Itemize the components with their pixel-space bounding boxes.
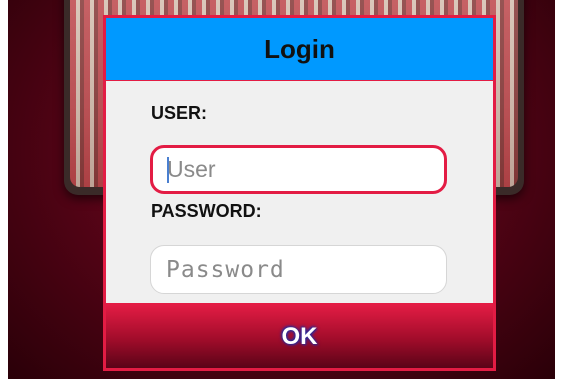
password-label: PASSWORD: [151, 201, 262, 221]
text-caret [167, 157, 169, 183]
dialog-title: Login [264, 33, 335, 64]
app-screen: Login USER: PASSWORD: OK [8, 0, 555, 379]
login-dialog: Login USER: PASSWORD: OK [103, 15, 496, 371]
user-input[interactable] [150, 145, 447, 194]
ok-button-label: OK [281, 322, 318, 350]
dialog-body: USER: PASSWORD: [106, 81, 493, 303]
ok-button[interactable]: OK [106, 305, 493, 368]
user-label: USER: [151, 103, 208, 123]
dialog-header: Login [106, 18, 493, 80]
password-input[interactable] [150, 245, 447, 294]
